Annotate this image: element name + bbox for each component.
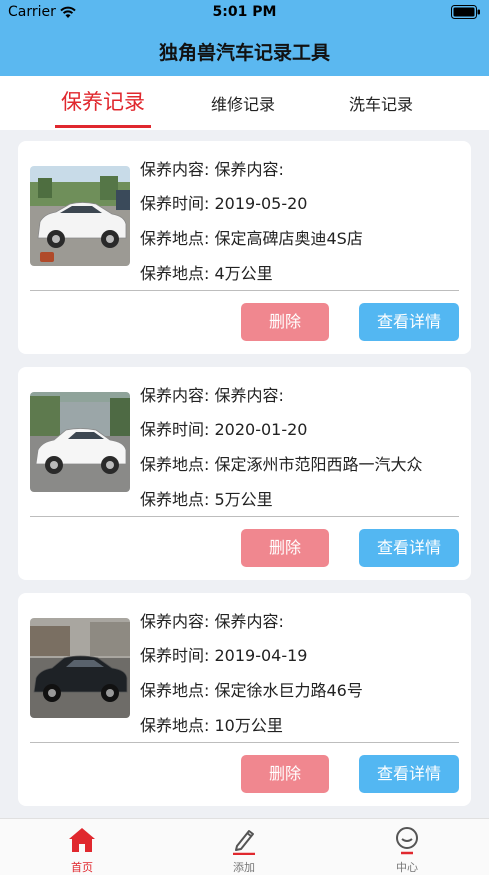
pencil-icon bbox=[233, 830, 255, 855]
delete-button[interactable]: 删除 bbox=[241, 755, 329, 793]
view-details-button[interactable]: 查看详情 bbox=[359, 755, 459, 793]
divider bbox=[30, 742, 459, 743]
tabbar-item-center[interactable]: 中心 bbox=[357, 819, 457, 875]
bottom-tab-bar: 首页 添加 中心 bbox=[0, 818, 489, 875]
tabbar-item-home[interactable]: 首页 bbox=[32, 819, 132, 875]
record-card: 保养内容: 保养内容: 保养时间: 2019-04-19 保养地点: 保定徐水巨… bbox=[18, 593, 471, 806]
car-photo bbox=[30, 392, 130, 492]
record-card: 保养内容: 保养内容: 保养时间: 2020-01-20 保养地点: 保定涿州市… bbox=[18, 367, 471, 580]
battery-icon bbox=[451, 5, 480, 19]
tab-label: 洗车记录 bbox=[348, 95, 413, 114]
maintenance-content: 保养内容: 保养内容: bbox=[140, 160, 284, 179]
page-title: 独角兽汽车记录工具 bbox=[158, 42, 330, 64]
maintenance-mileage: 保养地点: 4万公里 bbox=[140, 264, 273, 283]
status-bar: Carrier 5:01 PM bbox=[0, 0, 489, 26]
record-type-tabs: 保养记录 维修记录 洗车记录 bbox=[0, 76, 489, 130]
maintenance-place: 保养地点: 保定徐水巨力路46号 bbox=[140, 681, 363, 700]
tab-maintenance[interactable]: 保养记录 bbox=[55, 76, 151, 130]
tabbar-label: 添加 bbox=[233, 861, 255, 874]
view-details-button[interactable]: 查看详情 bbox=[359, 303, 459, 341]
tab-repair[interactable]: 维修记录 bbox=[198, 76, 288, 130]
view-details-button[interactable]: 查看详情 bbox=[359, 529, 459, 567]
delete-button[interactable]: 删除 bbox=[241, 303, 329, 341]
maintenance-time: 保养时间: 2020-01-20 bbox=[140, 420, 308, 439]
tabbar-item-add[interactable]: 添加 bbox=[194, 819, 294, 875]
car-photo bbox=[30, 166, 130, 266]
delete-button[interactable]: 删除 bbox=[241, 529, 329, 567]
home-icon bbox=[69, 828, 95, 852]
car-photo bbox=[30, 618, 130, 718]
maintenance-place: 保养地点: 保定高碑店奥迪4S店 bbox=[140, 229, 363, 248]
tab-car-wash[interactable]: 洗车记录 bbox=[336, 76, 426, 130]
maintenance-content: 保养内容: 保养内容: bbox=[140, 612, 284, 631]
maintenance-place: 保养地点: 保定涿州市范阳西路一汽大众 bbox=[140, 455, 423, 474]
tabbar-label: 首页 bbox=[71, 861, 93, 874]
maintenance-time: 保养时间: 2019-04-19 bbox=[140, 646, 308, 665]
active-tab-underline bbox=[55, 125, 151, 128]
status-time: 5:01 PM bbox=[212, 4, 277, 20]
divider bbox=[30, 516, 459, 517]
maintenance-mileage: 保养地点: 5万公里 bbox=[140, 490, 273, 509]
divider bbox=[30, 290, 459, 291]
header-bar: Carrier 5:01 PM 独角兽汽车记录工具 bbox=[0, 0, 489, 76]
maintenance-content: 保养内容: 保养内容: bbox=[140, 386, 284, 405]
maintenance-mileage: 保养地点: 10万公里 bbox=[140, 716, 283, 735]
maintenance-time: 保养时间: 2019-05-20 bbox=[140, 194, 308, 213]
record-card: 保养内容: 保养内容: 保养时间: 2019-05-20 保养地点: 保定高碑店… bbox=[18, 141, 471, 354]
profile-icon bbox=[396, 827, 418, 855]
tab-label: 维修记录 bbox=[210, 95, 275, 114]
tab-label: 保养记录 bbox=[61, 90, 145, 114]
tabbar-label: 中心 bbox=[396, 861, 418, 874]
